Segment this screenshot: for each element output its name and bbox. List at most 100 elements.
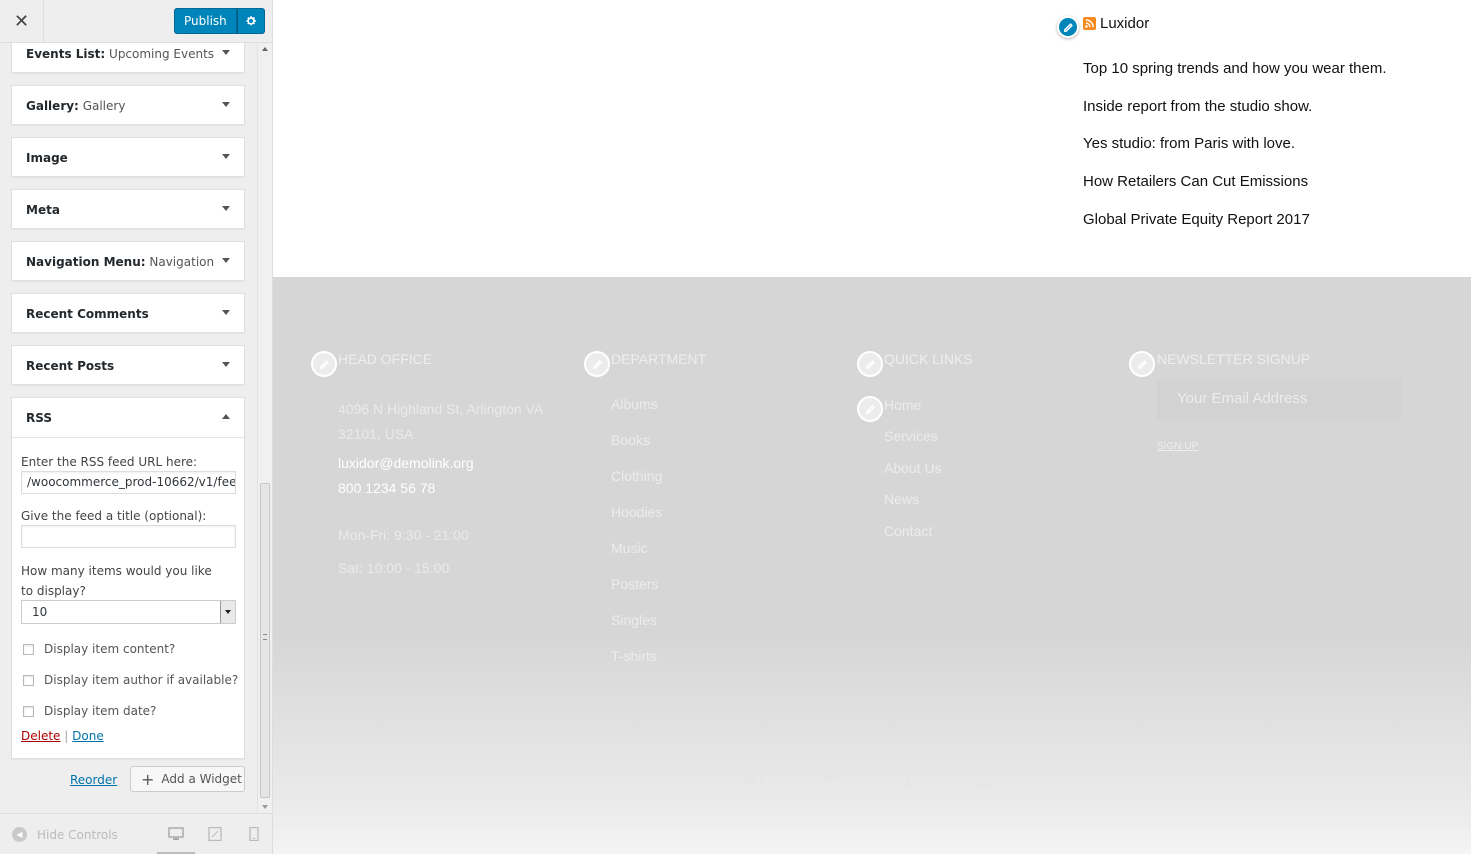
edit-shortcut-department[interactable] <box>584 351 610 377</box>
scroll-down-icon[interactable] <box>262 805 268 809</box>
plus-icon: + <box>141 769 155 789</box>
department-link[interactable]: Music <box>611 540 648 556</box>
quick-link[interactable]: News <box>884 491 919 507</box>
gear-icon <box>246 16 256 26</box>
publish-settings-button[interactable] <box>236 8 265 34</box>
collapse-icon: ◀ <box>12 827 27 842</box>
widget-title: Image <box>26 151 68 165</box>
chevron-up-icon[interactable] <box>222 414 230 419</box>
department-link[interactable]: Posters <box>611 576 658 592</box>
rss-feed-title[interactable]: Luxidor <box>1100 15 1149 32</box>
reorder-link[interactable]: Reorder <box>70 773 117 787</box>
edit-shortcut-rss[interactable] <box>1057 16 1079 38</box>
actions-separator: | <box>64 729 69 743</box>
widget-recent-comments[interactable]: Recent Comments <box>11 293 245 333</box>
widget-title: Recent Comments <box>26 307 149 321</box>
feed-title-input[interactable] <box>21 525 236 548</box>
done-link[interactable]: Done <box>72 729 104 743</box>
department-link[interactable]: Clothing <box>611 468 662 484</box>
newsletter-signup-link[interactable]: SIGN UP <box>1157 441 1198 452</box>
mobile-icon[interactable] <box>246 827 262 841</box>
widget-actions: Delete | Done <box>21 729 104 743</box>
chevron-down-icon[interactable] <box>222 310 230 315</box>
items-count-value: 10 <box>32 605 48 619</box>
widget-title: Recent Posts <box>26 359 115 373</box>
chevron-down-icon[interactable] <box>220 601 235 623</box>
widget-panel: Events List: Upcoming Events Gallery: Ga… <box>0 43 257 813</box>
twitter-icon[interactable] <box>819 763 843 787</box>
widget-meta[interactable]: Meta <box>11 189 245 229</box>
close-icon: ✕ <box>13 11 30 32</box>
display-date-checkbox[interactable] <box>23 705 34 717</box>
department-link[interactable]: Hoodies <box>611 504 662 520</box>
department-link[interactable]: Books <box>611 432 650 448</box>
contact-email[interactable]: luxidor@demolink.org <box>338 455 474 471</box>
instagram-icon[interactable] <box>974 763 998 787</box>
site-footer: HEAD OFFICE 4096 N Highland St, Arlingto… <box>273 277 1471 854</box>
quick-link[interactable]: Home <box>884 397 921 413</box>
widget-title: Meta <box>26 203 60 217</box>
pencil-icon <box>319 359 329 369</box>
widget-navigation-menu[interactable]: Navigation Menu: Navigation <box>11 241 245 281</box>
delete-link[interactable]: Delete <box>21 729 60 743</box>
chevron-down-icon[interactable] <box>222 362 230 367</box>
scroll-up-icon[interactable] <box>262 47 268 51</box>
sidebar-scrollbar[interactable] <box>257 43 272 813</box>
display-content-checkbox[interactable] <box>23 643 34 655</box>
rss-item[interactable]: How Retailers Can Cut Emissions <box>1083 173 1387 211</box>
desktop-icon[interactable] <box>168 827 184 841</box>
rss-item[interactable]: Inside report from the studio show. <box>1083 98 1387 136</box>
edit-shortcut-head-office[interactable] <box>311 351 337 377</box>
quick-link[interactable]: Contact <box>884 523 932 539</box>
chevron-down-icon[interactable] <box>222 258 230 263</box>
department-link[interactable]: Singles <box>611 612 657 628</box>
rss-url-input[interactable]: /woocommerce_prod-10662/v1/feed <box>21 471 236 494</box>
edit-shortcut-quick-links[interactable] <box>857 351 883 377</box>
display-content-option[interactable]: Display item content? <box>23 642 175 656</box>
widget-title: Gallery: <box>26 99 79 113</box>
widget-gallery[interactable]: Gallery: Gallery <box>11 85 245 125</box>
newsletter-email-input[interactable]: Your Email Address <box>1157 379 1402 419</box>
quick-link[interactable]: About Us <box>884 460 942 476</box>
add-widget-label: Add a Widget <box>161 772 242 786</box>
widget-events-list[interactable]: Events List: Upcoming Events <box>11 43 245 73</box>
chevron-down-icon[interactable] <box>222 102 230 107</box>
widget-recent-posts[interactable]: Recent Posts <box>11 345 245 385</box>
facebook-icon[interactable] <box>897 763 921 787</box>
site-preview: Luxidor Top 10 spring trends and how you… <box>273 0 1471 854</box>
chevron-down-icon[interactable] <box>222 154 230 159</box>
display-date-option[interactable]: Display item date? <box>23 704 156 718</box>
rss-item[interactable]: Yes studio: from Paris with love. <box>1083 135 1387 173</box>
scrollbar-thumb[interactable] <box>260 483 270 798</box>
publish-group: Publish <box>174 8 265 34</box>
hours-saturday: Sat: 10:00 - 15:00 <box>338 560 450 576</box>
display-author-checkbox[interactable] <box>23 674 34 686</box>
pencil-icon <box>865 359 875 369</box>
chevron-down-icon[interactable] <box>222 206 230 211</box>
edit-shortcut-quick-links-menu[interactable] <box>857 396 883 422</box>
items-count-label: How many items would you like to display… <box>21 564 212 598</box>
edit-shortcut-newsletter[interactable] <box>1129 351 1155 377</box>
quick-link[interactable]: Services <box>884 428 938 444</box>
department-link[interactable]: Albums <box>611 396 658 412</box>
display-author-option[interactable]: Display item author if available? <box>23 673 238 687</box>
linkedin-icon[interactable] <box>742 763 766 787</box>
hours-weekday: Mon-Fri: 9:30 - 21:00 <box>338 527 469 543</box>
widget-title: Navigation Menu: <box>26 255 146 269</box>
add-widget-button[interactable]: + Add a Widget <box>130 766 245 792</box>
hide-controls-button[interactable]: ◀ Hide Controls <box>12 827 118 842</box>
publish-button[interactable]: Publish <box>174 8 237 34</box>
pencil-icon <box>592 359 602 369</box>
pencil-icon <box>1137 359 1147 369</box>
widget-image[interactable]: Image <box>11 137 245 177</box>
department-link[interactable]: T-shirts <box>611 648 657 664</box>
close-button[interactable]: ✕ <box>0 0 44 43</box>
items-count-select[interactable]: 10 <box>21 600 236 624</box>
department-heading: DEPARTMENT <box>611 351 707 367</box>
tablet-icon[interactable] <box>207 827 223 841</box>
rss-item[interactable]: Top 10 spring trends and how you wear th… <box>1083 60 1387 98</box>
contact-phone[interactable]: 800 1234 56 78 <box>338 480 435 496</box>
widget-rss-header[interactable]: RSS <box>12 398 244 438</box>
chevron-down-icon[interactable] <box>222 50 230 55</box>
rss-item[interactable]: Global Private Equity Report 2017 <box>1083 211 1387 249</box>
